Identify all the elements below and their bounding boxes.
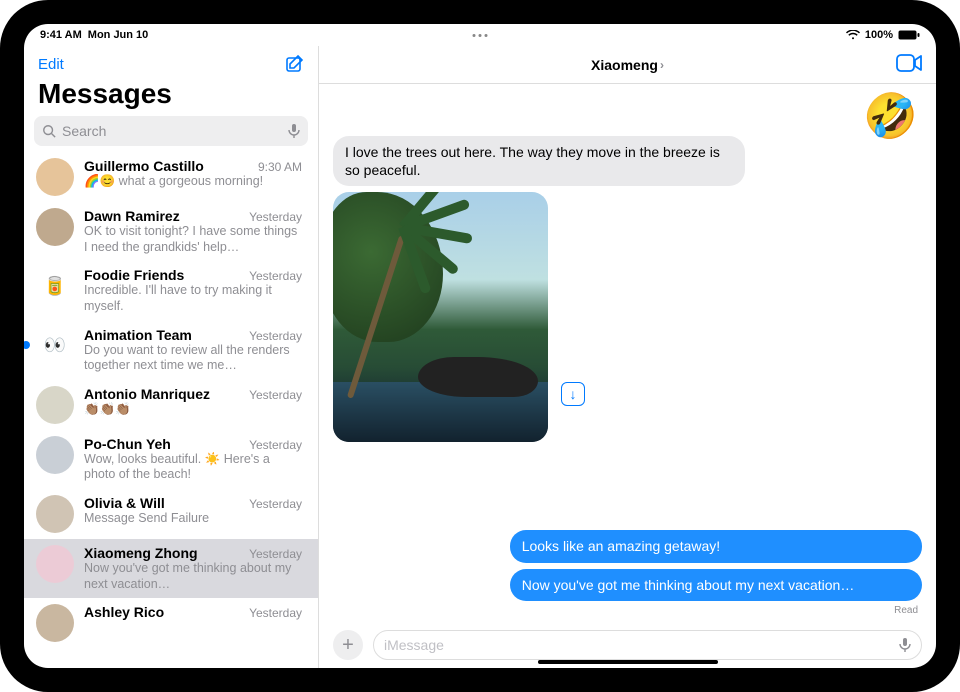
conversation-title-button[interactable]: Xiaomeng › [591,57,664,73]
conversation-time: Yesterday [249,388,302,402]
conversation-preview: OK to visit tonight? I have some things … [84,224,302,255]
avatar [36,604,74,642]
conversation-row[interactable]: Ashley Rico Yesterday [24,598,318,648]
avatar [36,158,74,196]
edit-button[interactable]: Edit [38,56,64,73]
conversation-preview: Message Send Failure [84,511,302,527]
conversation-header: Xiaomeng › [319,46,936,84]
status-bar: 9:41 AM Mon Jun 10 100% [24,24,936,46]
conversation-pane: Xiaomeng › 🤣 I love the trees out here. … [319,46,936,668]
conversation-row[interactable]: Xiaomeng Zhong YesterdayNow you've got me… [24,539,318,598]
facetime-button[interactable] [896,54,922,72]
page-title: Messages [38,78,304,110]
message-input[interactable]: iMessage [373,630,922,660]
conversation-preview: Now you've got me thinking about my next… [84,561,302,592]
conversation-list: Guillermo Castillo 9:30 AM🌈😊 what a gorge… [24,152,318,668]
conversation-preview: Wow, looks beautiful. ☀️ Here's a photo … [84,452,302,483]
conversation-preview: Incredible. I'll have to try making it m… [84,283,302,314]
message-bubble-incoming[interactable]: I love the trees out here. The way they … [333,136,745,186]
conversation-time: Yesterday [249,438,302,452]
conversation-row[interactable]: Po-Chun Yeh YesterdayWow, looks beautiful… [24,430,318,489]
conversation-name: Po-Chun Yeh [84,436,171,452]
avatar [36,545,74,583]
conversation-name: Foodie Friends [84,267,184,283]
conversation-title: Xiaomeng [591,57,658,73]
avatar [36,208,74,246]
conversation-name: Animation Team [84,327,192,343]
conversation-name: Ashley Rico [84,604,164,620]
conversation-name: Olivia & Will [84,495,165,511]
conversation-time: Yesterday [249,547,302,561]
compose-new-button[interactable] [284,54,304,74]
message-input-placeholder: iMessage [384,637,444,653]
conversation-time: Yesterday [249,329,302,343]
conversation-name: Dawn Ramirez [84,208,180,224]
conversation-time: Yesterday [249,606,302,620]
avatar [36,436,74,474]
conversation-preview: 🌈😊 what a gorgeous morning! [84,174,302,190]
conversation-time: Yesterday [249,269,302,283]
status-date: Mon Jun 10 [88,29,149,41]
status-time: 9:41 AM [40,29,82,41]
search-placeholder: Search [62,123,106,139]
conversation-sidebar: Edit Messages Search [24,46,319,668]
read-receipt-label: Read [333,605,922,616]
conversation-row[interactable]: 🥫 Foodie Friends YesterdayIncredible. I'll… [24,261,318,320]
battery-percent: 100% [865,29,893,41]
avatar [36,386,74,424]
conversation-row[interactable]: Olivia & Will YesterdayMessage Send Failu… [24,489,318,539]
avatar: 👀 [36,327,74,365]
message-photo-attachment[interactable] [333,192,548,442]
avatar [36,495,74,533]
conversation-row[interactable]: Dawn Ramirez YesterdayOK to visit tonight… [24,202,318,261]
dictate-icon[interactable] [288,123,300,139]
conversation-name: Antonio Manriquez [84,386,210,402]
conversation-name: Guillermo Castillo [84,158,204,174]
conversation-time: Yesterday [249,210,302,224]
search-icon [42,124,56,138]
message-bubble-outgoing[interactable]: Looks like an amazing getaway! [510,530,922,562]
conversation-preview: Do you want to review all the renders to… [84,343,302,374]
conversation-row[interactable]: 👀 Animation Team YesterdayDo you want to r… [24,321,318,380]
dictate-icon[interactable] [899,637,911,653]
apps-plus-button[interactable]: + [333,630,363,660]
conversation-preview: 👏🏽👏🏽👏🏽 [84,402,302,418]
conversation-time: Yesterday [249,497,302,511]
multitasking-dots-icon[interactable] [473,34,488,37]
tapback-reaction-emoji[interactable]: 🤣 [863,90,918,142]
chevron-right-icon: › [660,58,664,72]
battery-icon [898,30,920,40]
message-bubble-outgoing[interactable]: Now you've got me thinking about my next… [510,569,922,601]
wifi-icon [846,30,860,40]
conversation-time: 9:30 AM [258,160,302,174]
home-indicator[interactable] [538,660,718,664]
avatar: 🥫 [36,267,74,305]
conversation-name: Xiaomeng Zhong [84,545,198,561]
conversation-row[interactable]: Guillermo Castillo 9:30 AM🌈😊 what a gorge… [24,152,318,202]
search-input[interactable]: Search [34,116,308,146]
conversation-row[interactable]: Antonio Manriquez Yesterday👏🏽👏🏽👏🏽 [24,380,318,430]
download-attachment-button[interactable]: ↓ [561,382,585,406]
